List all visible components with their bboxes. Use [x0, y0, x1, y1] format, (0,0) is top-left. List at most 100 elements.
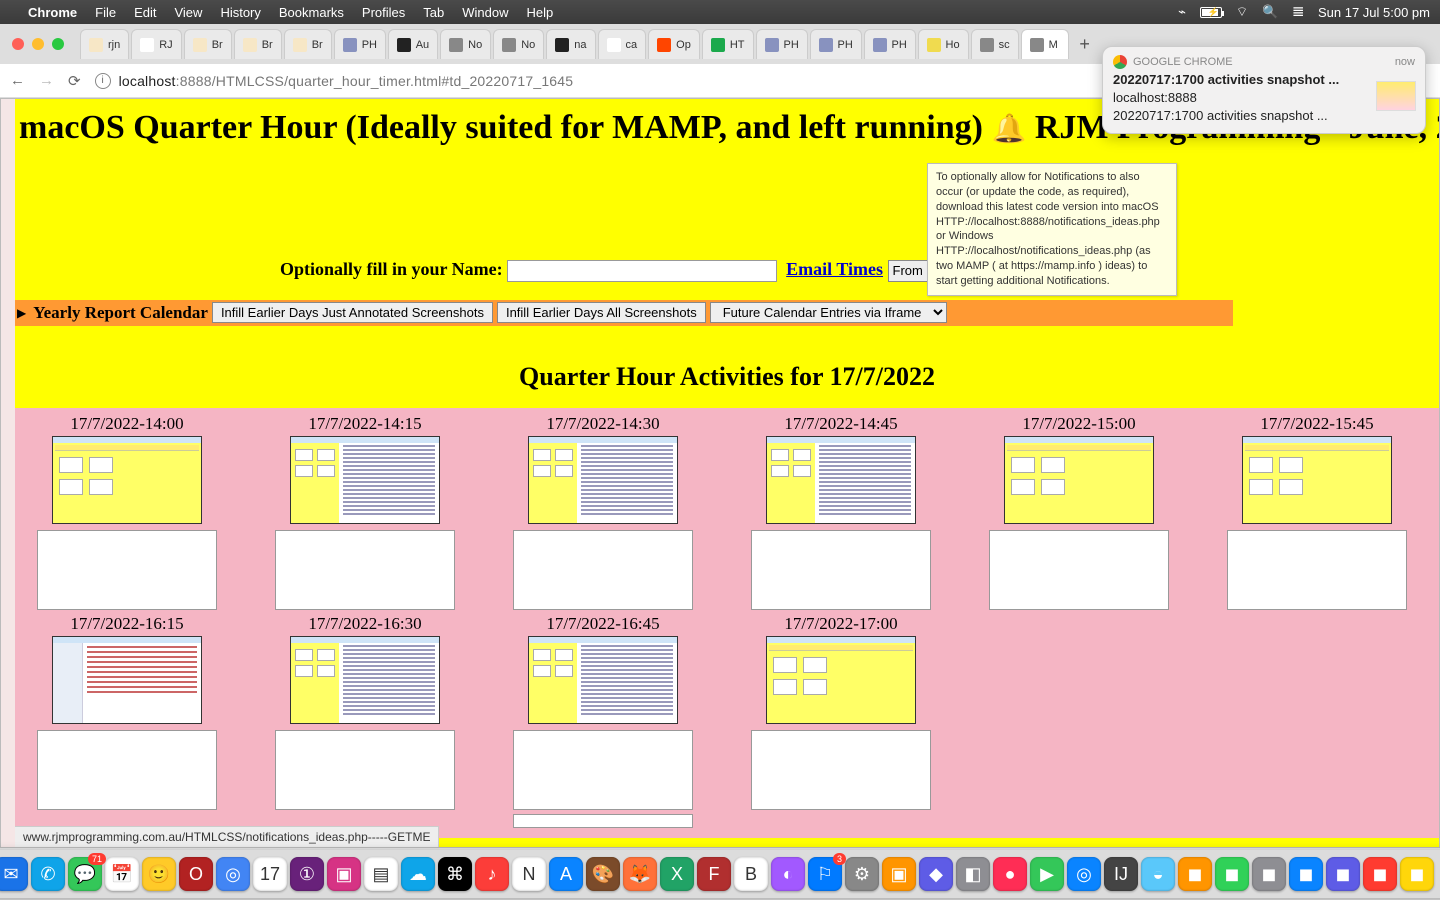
browser-tab[interactable]: sc — [971, 29, 1019, 59]
dock-app[interactable]: X — [660, 857, 694, 891]
menu-tab[interactable]: Tab — [423, 5, 444, 20]
dock-app[interactable]: ● — [993, 857, 1027, 891]
future-calendar-select[interactable]: Future Calendar Entries via Iframe — [710, 302, 947, 323]
dock-app[interactable]: ◒ — [1141, 857, 1175, 891]
screenshot-thumbnail[interactable] — [290, 636, 440, 724]
menu-view[interactable]: View — [174, 5, 202, 20]
window-controls[interactable] — [12, 38, 64, 50]
browser-tab[interactable]: PH — [756, 29, 808, 59]
browser-tab[interactable]: PH — [810, 29, 862, 59]
dock-app[interactable]: 🎨 — [586, 857, 620, 891]
email-times-link[interactable]: Email Times — [786, 259, 883, 279]
activity-notes[interactable] — [513, 814, 693, 828]
bell-icon[interactable]: 🔔 — [991, 114, 1026, 145]
dock-app[interactable]: ☁ — [401, 857, 435, 891]
activity-notes[interactable] — [37, 730, 217, 810]
close-window-icon[interactable] — [12, 38, 24, 50]
new-tab-button[interactable]: + — [1071, 30, 1099, 58]
dock-app[interactable]: ◼ — [1363, 857, 1397, 891]
dock-app[interactable]: ◎ — [216, 857, 250, 891]
screenshot-thumbnail[interactable] — [290, 436, 440, 524]
menu-window[interactable]: Window — [462, 5, 508, 20]
yearly-report-calendar-label[interactable]: Yearly Report Calendar — [33, 303, 208, 323]
activity-notes[interactable] — [751, 730, 931, 810]
battery-icon[interactable]: ⚡ — [1200, 7, 1222, 18]
dock-app[interactable]: ✉ — [0, 857, 28, 891]
screenshot-thumbnail[interactable] — [528, 436, 678, 524]
browser-tab[interactable]: rjn — [80, 29, 129, 59]
browser-tab[interactable]: Br — [234, 29, 282, 59]
dock-app[interactable]: ◼ — [1215, 857, 1249, 891]
activity-notes[interactable] — [513, 730, 693, 810]
spotlight-icon[interactable]: 🔍 — [1262, 4, 1278, 20]
dock-app[interactable]: ✆ — [31, 857, 65, 891]
dock-app[interactable]: 💬 — [68, 857, 102, 891]
wifi-icon[interactable]: ⌔ — [1236, 4, 1248, 20]
dock-app[interactable]: ① — [290, 857, 324, 891]
browser-tab[interactable]: PH — [864, 29, 916, 59]
dock-app[interactable]: ◼ — [1289, 857, 1323, 891]
screenshot-thumbnail[interactable] — [1242, 436, 1392, 524]
dock-app[interactable]: ◼ — [1326, 857, 1360, 891]
dock-app[interactable]: A — [549, 857, 583, 891]
expand-icon[interactable]: ▶ — [17, 306, 26, 320]
zoom-window-icon[interactable] — [52, 38, 64, 50]
browser-tab[interactable]: ca — [598, 29, 647, 59]
dock-app[interactable]: ◆ — [919, 857, 953, 891]
dock-app[interactable]: ◼ — [1252, 857, 1286, 891]
menu-bookmarks[interactable]: Bookmarks — [279, 5, 344, 20]
dock-app[interactable]: 🙂 — [142, 857, 176, 891]
menu-file[interactable]: File — [95, 5, 116, 20]
dock-app[interactable]: B — [734, 857, 768, 891]
forward-button[interactable]: → — [39, 72, 54, 89]
activity-notes[interactable] — [275, 530, 455, 610]
activity-notes[interactable] — [989, 530, 1169, 610]
browser-tab[interactable]: Br — [284, 29, 332, 59]
screenshot-thumbnail[interactable] — [1004, 436, 1154, 524]
browser-tab[interactable]: Ho — [918, 29, 969, 59]
activity-notes[interactable] — [37, 530, 217, 610]
screenshot-thumbnail[interactable] — [766, 436, 916, 524]
screenshot-thumbnail[interactable] — [52, 636, 202, 724]
dock-app[interactable]: ♪ — [475, 857, 509, 891]
menubar-app[interactable]: Chrome — [28, 5, 77, 20]
browser-tab[interactable]: No — [440, 29, 491, 59]
dock-app[interactable]: 17 — [253, 857, 287, 891]
browser-tab[interactable]: RJ — [131, 29, 181, 59]
dock-app[interactable]: ◼ — [1178, 857, 1212, 891]
chrome-notification[interactable]: GOOGLE CHROME now 20220717:1700 activiti… — [1102, 46, 1426, 134]
dock-app[interactable]: ◐ — [771, 857, 805, 891]
browser-tab[interactable]: na — [546, 29, 595, 59]
menu-help[interactable]: Help — [527, 5, 554, 20]
control-center-icon[interactable]: 𝌆 — [1292, 4, 1304, 20]
dock-app[interactable]: 🦊 — [623, 857, 657, 891]
reload-button[interactable]: ⟳ — [68, 72, 81, 90]
infill-annotated-button[interactable]: Infill Earlier Days Just Annotated Scree… — [212, 302, 493, 323]
dock-app[interactable]: 📅 — [105, 857, 139, 891]
browser-tab[interactable]: HT — [702, 29, 754, 59]
menu-profiles[interactable]: Profiles — [362, 5, 405, 20]
dock-app[interactable]: ▤ — [364, 857, 398, 891]
activity-notes[interactable] — [751, 530, 931, 610]
dock-app[interactable]: ▣ — [882, 857, 916, 891]
menubar-clock[interactable]: Sun 17 Jul 5:00 pm — [1318, 5, 1430, 20]
back-button[interactable]: ← — [10, 72, 25, 89]
dock-app[interactable]: ▣ — [327, 857, 361, 891]
activity-notes[interactable] — [1227, 530, 1407, 610]
menu-edit[interactable]: Edit — [134, 5, 156, 20]
bluetooth-icon[interactable]: ⌁ — [1178, 4, 1186, 20]
dock-app[interactable]: ⌘ — [438, 857, 472, 891]
browser-tab[interactable]: M — [1021, 29, 1069, 59]
dock-app[interactable]: ◎ — [1067, 857, 1101, 891]
dock-app[interactable]: ⚐ — [808, 857, 842, 891]
site-info-icon[interactable]: i — [95, 73, 111, 89]
dock-app[interactable]: ⚙ — [845, 857, 879, 891]
browser-tab[interactable]: Au — [388, 29, 438, 59]
menu-history[interactable]: History — [220, 5, 260, 20]
dock-app[interactable]: F — [697, 857, 731, 891]
screenshot-thumbnail[interactable] — [52, 436, 202, 524]
dock-app[interactable]: O — [179, 857, 213, 891]
dock-app[interactable]: N — [512, 857, 546, 891]
browser-tab[interactable]: PH — [334, 29, 386, 59]
name-input[interactable] — [507, 260, 777, 282]
